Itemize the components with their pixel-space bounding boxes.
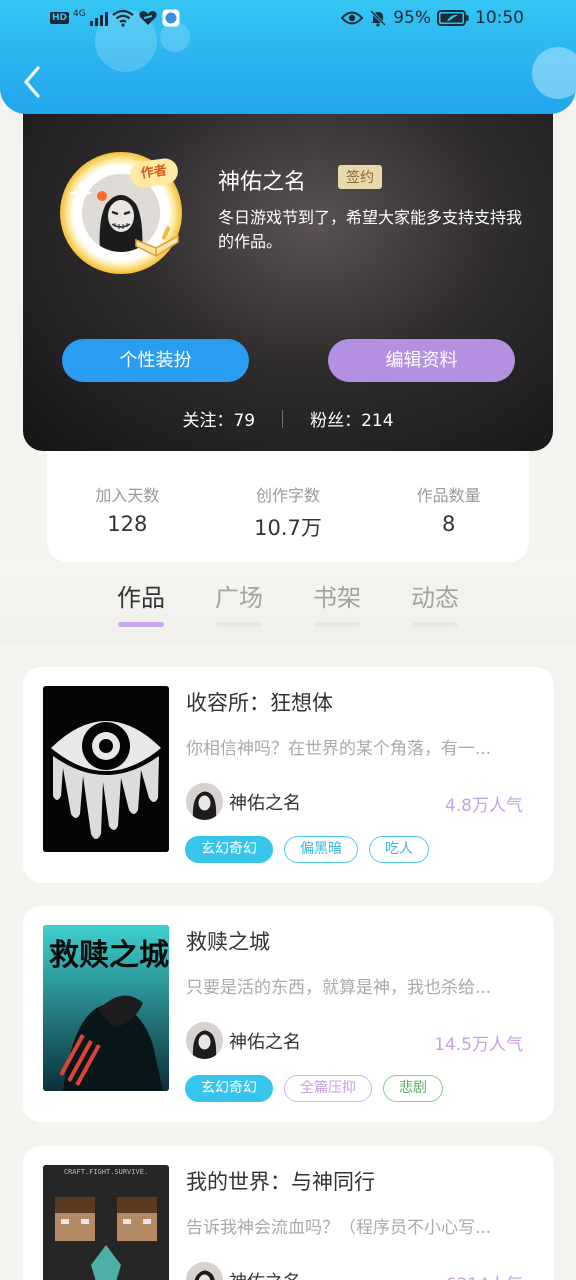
city-redemption-cover-icon: 救赎之城 (43, 925, 169, 1091)
cover-title: 救赎之城 (49, 938, 169, 973)
divider (282, 409, 284, 428)
author-avatar (186, 1262, 223, 1280)
tab-label: 书架 (313, 584, 361, 612)
open-book-icon (135, 226, 179, 257)
hd-icon: HD (50, 12, 70, 24)
book-description: 你相信神吗？在世界的某个角落，有一... (186, 739, 492, 759)
username: 神佑之名 (218, 170, 307, 195)
book-title[interactable]: 收容所：狂想体 (186, 687, 333, 717)
mute-bell-icon (370, 9, 387, 27)
tab-works[interactable]: 作品 (92, 578, 190, 627)
book-tags: 玄幻奇幻 全篇压抑 悲剧 (185, 1075, 443, 1102)
network-type: 4G (73, 9, 86, 19)
book-popularity: 14.5万人气 (434, 1035, 523, 1055)
top-header: HD 4G 95% 10:50 (0, 0, 576, 114)
book-cover: 救赎之城 (43, 925, 169, 1091)
status-bar: HD 4G 95% 10:50 (0, 0, 576, 40)
book-popularity: 6314人气 (446, 1270, 523, 1280)
tab-square[interactable]: 广场 (190, 578, 288, 627)
signed-badge: 签约 (338, 165, 382, 189)
tab-label: 动态 (411, 584, 459, 612)
book-author: 神佑之名 (229, 1032, 301, 1053)
tab-indicator (314, 622, 360, 627)
tab-label: 作品 (117, 584, 165, 612)
tag[interactable]: 吃人 (369, 836, 429, 863)
cover-title: CRAFT.FIGHT.SURVIVE. (64, 1168, 148, 1176)
book-card[interactable]: CRAFT.FIGHT.SURVIVE. 我的世界：与神同行 告诉我神会流血吗？… (23, 1146, 554, 1280)
back-button[interactable] (18, 64, 48, 100)
book-title[interactable]: 救赎之城 (186, 926, 270, 956)
app-notification-icon (162, 9, 180, 27)
eye-icon (341, 11, 364, 25)
follow-stats: 关注：79 粉丝：214 (23, 406, 553, 431)
book-description: 只要是活的东西，就算是神，我也杀给... (186, 978, 492, 998)
tab-bar-area: 作品 广场 书架 动态 (0, 562, 576, 642)
stat-label: 作品数量 (416, 486, 481, 505)
signal-icon (89, 10, 108, 26)
tag-genre[interactable]: 玄幻奇幻 (185, 1075, 273, 1102)
tab-label: 广场 (215, 584, 263, 612)
user-bio: 冬日游戏节到了，希望大家能多支持支持我的作品。 (218, 208, 523, 251)
decor-bubble (532, 47, 576, 99)
minecraft-cover-icon: CRAFT.FIGHT.SURVIVE. (43, 1165, 169, 1280)
wifi-icon (112, 9, 134, 27)
masked-character-icon (186, 1262, 223, 1280)
stat-works-count: 作品数量 8 (379, 482, 519, 562)
battery-percent: 95% (393, 8, 431, 28)
clock: 10:50 (475, 8, 524, 28)
masked-character-icon (186, 1022, 223, 1059)
heart-link-icon (139, 11, 157, 25)
book-tags: 玄幻奇幻 偏黑暗 吃人 (185, 836, 429, 863)
followers-count[interactable]: 粉丝：214 (310, 406, 393, 431)
following-count[interactable]: 关注：79 (182, 406, 255, 431)
stat-word-count: 创作字数 10.7万 (218, 482, 358, 562)
author-badge: 作者 (128, 156, 180, 190)
user-avatar[interactable]: 作者 (60, 152, 182, 274)
tab-indicator (412, 622, 458, 627)
book-card[interactable]: 收容所：狂想体 你相信神吗？在世界的某个角落，有一... 神佑之名 4.8万人气… (23, 667, 554, 883)
book-author: 神佑之名 (229, 1268, 301, 1280)
profile-card: 作者 神佑之名 签约 冬日游戏节到了，希望大家能多支持支持我的作品。 个性装扮 … (23, 100, 553, 451)
sparkle-icon (69, 181, 93, 205)
stat-label: 创作字数 (255, 486, 320, 505)
stat-join-days: 加入天数 128 (57, 482, 197, 562)
book-cover: CRAFT.FIGHT.SURVIVE. (43, 1165, 169, 1280)
tab-indicator (118, 622, 164, 627)
author-avatar (186, 1022, 223, 1059)
battery-icon (437, 10, 469, 26)
book-title[interactable]: 我的世界：与神同行 (186, 1166, 375, 1196)
author-avatar (186, 783, 223, 820)
stat-value: 10.7万 (254, 516, 322, 540)
masked-character-icon (186, 783, 223, 820)
tab-bookshelf[interactable]: 书架 (288, 578, 386, 627)
stat-value: 128 (107, 512, 148, 536)
tag[interactable]: 全篇压抑 (284, 1075, 372, 1102)
book-card[interactable]: 救赎之城 救赎之城 只要是活的东西，就算是神，我也杀给... 神佑之名 14.5… (23, 906, 554, 1122)
book-description: 告诉我神会流血吗？（程序员不小心写... (186, 1218, 492, 1238)
tag[interactable]: 悲剧 (383, 1075, 443, 1102)
author-stats: 加入天数 128 创作字数 10.7万 作品数量 8 (47, 440, 529, 562)
chevron-left-icon (24, 66, 40, 98)
dripping-eye-cover-icon (43, 686, 169, 852)
book-author: 神佑之名 (229, 793, 301, 814)
tab-indicator (216, 622, 262, 627)
edit-profile-button[interactable]: 编辑资料 (328, 339, 515, 382)
tab-activity[interactable]: 动态 (386, 578, 484, 627)
stat-label: 加入天数 (95, 486, 160, 505)
tag-genre[interactable]: 玄幻奇幻 (185, 836, 273, 863)
book-popularity: 4.8万人气 (444, 796, 523, 816)
book-cover (43, 686, 169, 852)
personalize-button[interactable]: 个性装扮 (62, 339, 249, 382)
tab-bar: 作品 广场 书架 动态 (92, 578, 484, 627)
tag[interactable]: 偏黑暗 (284, 836, 358, 863)
stat-value: 8 (441, 512, 456, 536)
